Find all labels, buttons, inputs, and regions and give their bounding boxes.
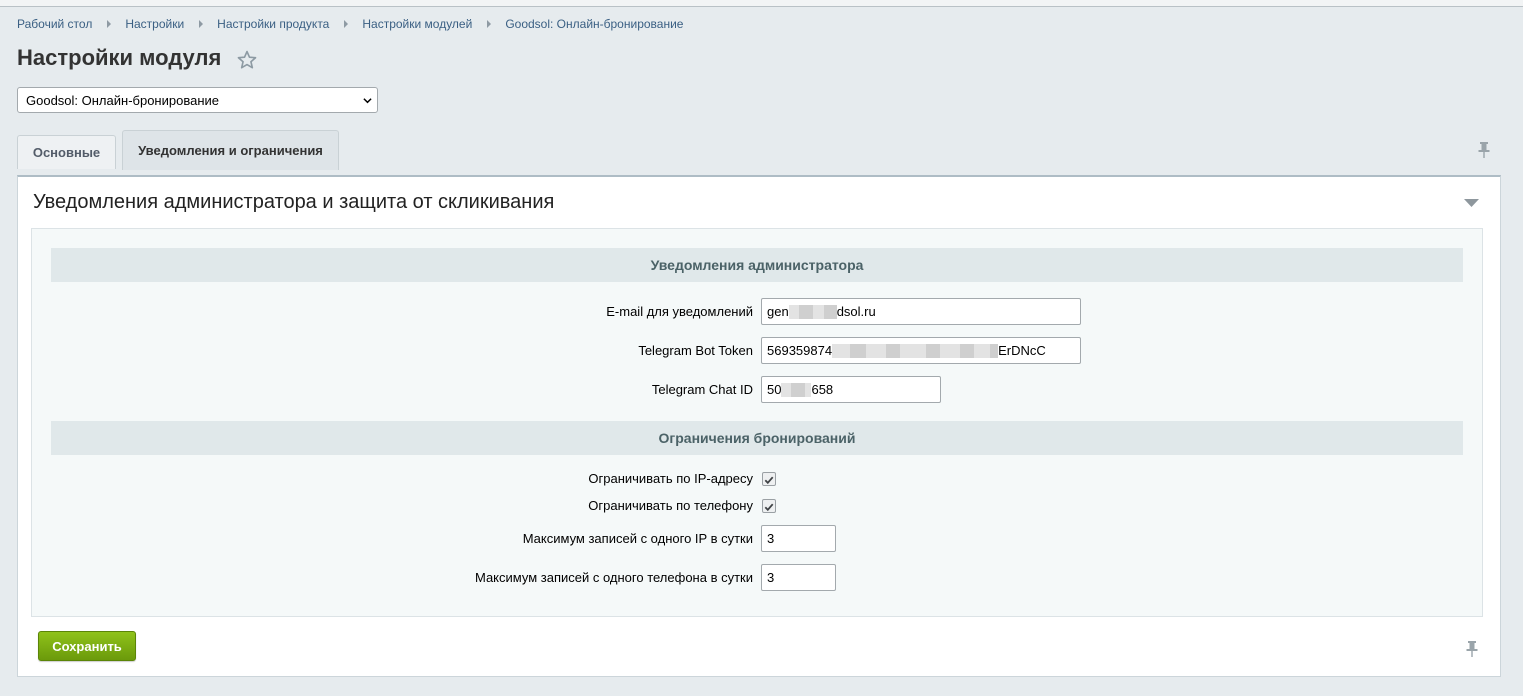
token-value-end: ErDNcC bbox=[998, 343, 1046, 358]
max-phone-input[interactable]: 3 bbox=[761, 564, 836, 591]
token-value-start: 569359874 bbox=[767, 343, 833, 358]
tab-main[interactable]: Основные bbox=[17, 135, 116, 169]
max-phone-value: 3 bbox=[767, 570, 775, 585]
redacted-block bbox=[812, 304, 824, 319]
max-ip-label: Максимум записей с одного IP в сутки bbox=[522, 531, 753, 546]
email-value-start: gen bbox=[767, 304, 789, 319]
chevron-down-icon bbox=[363, 98, 372, 104]
chat-id-label: Telegram Chat ID bbox=[651, 382, 753, 397]
admin-notifications-heading: Уведомления администратора bbox=[51, 248, 1463, 282]
form-area: Уведомления администратора E-mail для ув… bbox=[31, 228, 1483, 617]
breadcrumb-current-module[interactable]: Goodsol: Онлайн-бронирование bbox=[505, 17, 683, 31]
max-ip-input[interactable]: 3 bbox=[761, 525, 836, 552]
settings-panel: Уведомления администратора и защита от с… bbox=[17, 175, 1501, 677]
booking-limits-heading: Ограничения бронирований bbox=[51, 421, 1463, 455]
redacted-block bbox=[798, 304, 813, 319]
ip-limit-checkbox[interactable] bbox=[762, 472, 776, 486]
chat-id-value-start: 50 bbox=[767, 382, 782, 397]
redacted-block bbox=[850, 343, 867, 358]
module-select[interactable]: Goodsol: Онлайн-бронирование bbox=[17, 87, 378, 113]
max-phone-label: Максимум записей с одного телефона в сут… bbox=[474, 570, 753, 585]
tab-notifications[interactable]: Уведомления и ограничения bbox=[122, 130, 339, 170]
section-title: Уведомления администратора и защита от с… bbox=[33, 191, 555, 213]
chat-id-value-end: 658 bbox=[811, 382, 834, 397]
save-button[interactable]: Сохранить bbox=[38, 631, 136, 661]
breadcrumb-separator-icon bbox=[199, 20, 204, 28]
top-border bbox=[0, 0, 1523, 7]
email-value-end: dsol.ru bbox=[836, 304, 876, 319]
redacted-block bbox=[900, 343, 927, 358]
redacted-block bbox=[926, 343, 941, 358]
star-icon[interactable] bbox=[236, 49, 258, 71]
redacted-block bbox=[823, 304, 837, 319]
pin-icon[interactable] bbox=[1465, 640, 1479, 658]
redacted-block bbox=[940, 343, 961, 358]
breadcrumb-product-settings[interactable]: Настройки продукта bbox=[217, 17, 329, 31]
breadcrumb-separator-icon bbox=[107, 20, 112, 28]
redacted-block bbox=[866, 343, 887, 358]
pin-icon[interactable] bbox=[1477, 141, 1491, 159]
redacted-block bbox=[990, 343, 999, 358]
redacted-block bbox=[960, 343, 975, 358]
breadcrumb-module-settings[interactable]: Настройки модулей bbox=[362, 17, 472, 31]
max-ip-value: 3 bbox=[767, 531, 775, 546]
breadcrumb-desktop[interactable]: Рабочий стол bbox=[17, 17, 92, 31]
redacted-block bbox=[886, 343, 901, 358]
breadcrumb-separator-icon bbox=[487, 20, 492, 28]
redacted-block bbox=[791, 382, 806, 397]
checkmark-icon bbox=[764, 503, 774, 512]
breadcrumb: Рабочий стол Настройки Настройки продукт… bbox=[17, 17, 683, 31]
ip-limit-label: Ограничивать по IP-адресу bbox=[588, 471, 753, 486]
telegram-chat-id-field[interactable]: 50 658 bbox=[761, 376, 941, 403]
breadcrumb-settings[interactable]: Настройки bbox=[125, 17, 184, 31]
phone-limit-checkbox[interactable] bbox=[762, 499, 776, 513]
phone-limit-label: Ограничивать по телефону bbox=[588, 498, 753, 513]
checkmark-icon bbox=[764, 476, 774, 485]
redacted-block bbox=[832, 343, 851, 358]
chevron-down-icon[interactable] bbox=[1463, 198, 1480, 208]
breadcrumb-separator-icon bbox=[344, 20, 349, 28]
redacted-block bbox=[788, 304, 799, 319]
page-title: Настройки модуля bbox=[17, 45, 222, 70]
module-select-value: Goodsol: Онлайн-бронирование bbox=[26, 92, 219, 108]
redacted-block bbox=[974, 343, 991, 358]
email-field[interactable]: gen dsol.ru bbox=[761, 298, 1081, 325]
token-label: Telegram Bot Token bbox=[638, 343, 753, 358]
email-label: E-mail для уведомлений bbox=[606, 304, 753, 319]
redacted-block bbox=[781, 382, 792, 397]
telegram-token-field[interactable]: 569359874 ErDNcC bbox=[761, 337, 1081, 364]
